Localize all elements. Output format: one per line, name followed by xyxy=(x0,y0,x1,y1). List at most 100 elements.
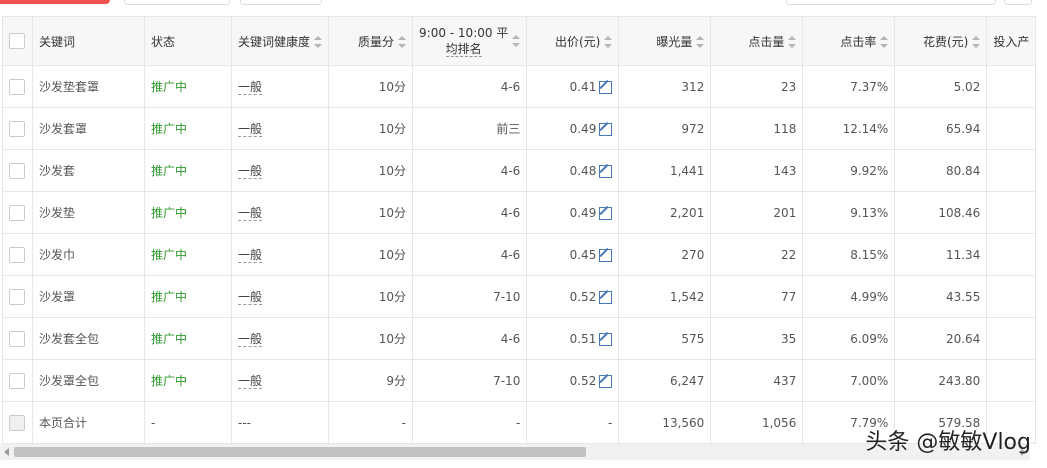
toolbar-button[interactable] xyxy=(1004,0,1032,5)
sort-arrows-icon[interactable] xyxy=(696,36,705,48)
col-cost[interactable]: 花费(元) xyxy=(894,16,988,66)
col-clicks[interactable]: 点击量 xyxy=(710,16,804,66)
table-row[interactable]: 沙发罩 推广中 一般 10分 7-10 0.52 1,542 77 4.99% … xyxy=(2,275,1037,318)
rank-cell: 4-6 xyxy=(412,191,528,234)
cost-cell: 65.94 xyxy=(894,107,988,150)
edit-icon[interactable] xyxy=(599,248,613,262)
health-cell: 一般 xyxy=(230,107,330,150)
keyword-cell: 沙发垫套罩 xyxy=(32,65,145,108)
row-checkbox[interactable] xyxy=(9,204,25,221)
quality-cell: 9分 xyxy=(328,359,414,402)
status-cell: 推广中 xyxy=(144,317,232,360)
bid-value: 0.52 xyxy=(569,373,597,388)
row-select-cell xyxy=(2,275,33,318)
row-checkbox[interactable] xyxy=(9,288,25,305)
row-checkbox[interactable] xyxy=(9,78,25,95)
table-row[interactable]: 沙发罩全包 推广中 一般 9分 7-10 0.52 6,247 437 7.00… xyxy=(2,359,1037,402)
keyword-cell: 沙发罩 xyxy=(32,275,145,318)
total-checkbox xyxy=(9,414,25,431)
select-all-cell xyxy=(2,16,33,66)
table-row[interactable]: 沙发巾 推广中 一般 10分 4-6 0.45 270 22 8.15% 11.… xyxy=(2,233,1037,276)
col-roi[interactable]: 投入产 xyxy=(986,16,1037,66)
col-avg-rank-label: 9:00 - 10:00 平均排名 xyxy=(419,25,508,57)
sort-arrows-icon[interactable] xyxy=(512,35,521,47)
cost-cell: 80.84 xyxy=(894,149,988,192)
roi-cell xyxy=(986,233,1037,276)
health-value[interactable]: 一般 xyxy=(238,80,263,95)
health-cell: 一般 xyxy=(230,191,330,234)
clicks-cell: 201 xyxy=(710,191,804,234)
health-value[interactable]: 一般 xyxy=(238,248,263,263)
toolbar-button[interactable] xyxy=(124,0,230,5)
toolbar-button[interactable] xyxy=(240,0,322,5)
cost-cell: 243.80 xyxy=(894,359,988,402)
scrollbar-thumb[interactable] xyxy=(14,447,586,457)
col-impressions[interactable]: 曝光量 xyxy=(618,16,712,66)
col-avg-rank-line2: 均排名 xyxy=(445,42,482,57)
bid-value: 0.45 xyxy=(569,247,597,262)
clicks-cell: 23 xyxy=(710,65,804,108)
bid-value: 0.51 xyxy=(569,331,597,346)
health-cell: 一般 xyxy=(230,317,330,360)
health-value[interactable]: 一般 xyxy=(238,122,263,137)
health-value[interactable]: 一般 xyxy=(238,290,263,305)
health-value[interactable]: 一般 xyxy=(238,164,263,179)
rank-cell: 前三 xyxy=(412,107,528,150)
roi-cell xyxy=(986,191,1037,234)
sort-arrows-icon[interactable] xyxy=(880,36,889,48)
sort-arrows-icon[interactable] xyxy=(398,36,407,48)
status-cell: 推广中 xyxy=(144,149,232,192)
ctr-cell: 12.14% xyxy=(802,107,896,150)
health-value[interactable]: 一般 xyxy=(238,332,263,347)
health-cell: 一般 xyxy=(230,359,330,402)
status-cell: 推广中 xyxy=(144,65,232,108)
col-quality[interactable]: 质量分 xyxy=(328,16,414,66)
edit-icon[interactable] xyxy=(599,206,613,220)
clicks-cell: 77 xyxy=(710,275,804,318)
status-cell: 推广中 xyxy=(144,107,232,150)
row-checkbox[interactable] xyxy=(9,246,25,263)
keyword-cell: 沙发垫 xyxy=(32,191,145,234)
select-all-checkbox[interactable] xyxy=(9,33,25,49)
sort-arrows-icon[interactable] xyxy=(314,36,323,48)
quality-cell: 10分 xyxy=(328,149,414,192)
col-ctr[interactable]: 点击率 xyxy=(802,16,896,66)
quality-cell: 10分 xyxy=(328,317,414,360)
edit-icon[interactable] xyxy=(599,122,613,136)
sort-arrows-icon[interactable] xyxy=(788,36,797,48)
search-box[interactable] xyxy=(786,0,996,5)
row-checkbox[interactable] xyxy=(9,162,25,179)
col-ctr-label: 点击率 xyxy=(840,34,877,49)
edit-icon[interactable] xyxy=(599,332,613,346)
top-toolbar xyxy=(0,0,1047,16)
clicks-cell: 22 xyxy=(710,233,804,276)
edit-icon[interactable] xyxy=(599,80,613,94)
row-checkbox[interactable] xyxy=(9,120,25,137)
primary-action-button[interactable] xyxy=(0,0,110,4)
impressions-cell: 6,247 xyxy=(618,359,712,402)
col-health[interactable]: 关键词健康度 xyxy=(230,16,330,66)
total-quality: - xyxy=(328,401,414,444)
scroll-left-icon[interactable] xyxy=(4,448,9,456)
edit-icon[interactable] xyxy=(599,374,613,388)
edit-icon[interactable] xyxy=(599,164,613,178)
sort-arrows-icon[interactable] xyxy=(604,36,613,48)
table-row[interactable]: 沙发套全包 推广中 一般 10分 4-6 0.51 575 35 6.09% 2… xyxy=(2,317,1037,360)
cost-cell: 20.64 xyxy=(894,317,988,360)
table-row[interactable]: 沙发套罩 推广中 一般 10分 前三 0.49 972 118 12.14% 6… xyxy=(2,107,1037,150)
health-value[interactable]: 一般 xyxy=(238,206,263,221)
sort-arrows-icon[interactable] xyxy=(972,36,981,48)
col-status: 状态 xyxy=(144,16,232,66)
health-value[interactable]: 一般 xyxy=(238,374,263,389)
col-avg-rank[interactable]: 9:00 - 10:00 平均排名 xyxy=(412,16,528,66)
row-checkbox[interactable] xyxy=(9,330,25,347)
row-checkbox[interactable] xyxy=(9,372,25,389)
table-row[interactable]: 沙发套 推广中 一般 10分 4-6 0.48 1,441 143 9.92% … xyxy=(2,149,1037,192)
status-cell: 推广中 xyxy=(144,275,232,318)
impressions-cell: 1,542 xyxy=(618,275,712,318)
table-row[interactable]: 沙发垫 推广中 一般 10分 4-6 0.49 2,201 201 9.13% … xyxy=(2,191,1037,234)
col-bid[interactable]: 出价(元) xyxy=(526,16,620,66)
keyword-cell: 沙发罩全包 xyxy=(32,359,145,402)
edit-icon[interactable] xyxy=(599,290,613,304)
table-row[interactable]: 沙发垫套罩 推广中 一般 10分 4-6 0.41 312 23 7.37% 5… xyxy=(2,65,1037,108)
